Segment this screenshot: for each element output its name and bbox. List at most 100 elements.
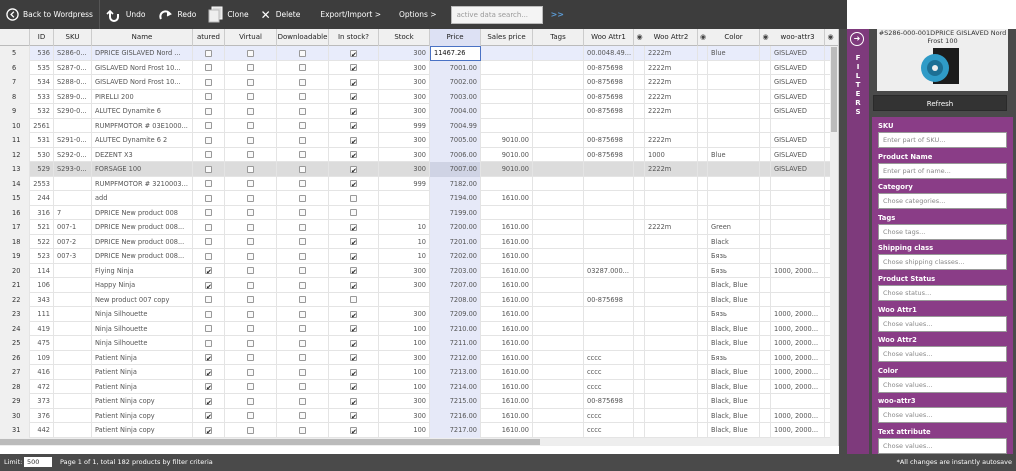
checkbox[interactable] bbox=[247, 325, 254, 332]
cell-instock[interactable] bbox=[329, 46, 379, 61]
cell-attr1[interactable]: 00-875698 bbox=[584, 60, 634, 75]
cell-instock[interactable] bbox=[329, 89, 379, 104]
horizontal-scroll-thumb[interactable] bbox=[0, 439, 540, 445]
cell-price[interactable]: 7210.00 bbox=[430, 321, 481, 336]
cell-tags[interactable] bbox=[533, 147, 584, 162]
cell-downloadable[interactable] bbox=[277, 46, 329, 61]
cell-instock[interactable] bbox=[329, 379, 379, 394]
cell-featured[interactable] bbox=[193, 104, 225, 119]
checkbox[interactable] bbox=[205, 252, 212, 260]
table-row[interactable]: 30376 Patient Ninja copy 3007216.001610.00… bbox=[0, 408, 838, 423]
cell-attr1[interactable]: 03287.000... bbox=[584, 263, 634, 278]
cell-downloadable[interactable] bbox=[277, 205, 329, 220]
cell-stock[interactable]: 300 bbox=[379, 133, 430, 148]
column-header-attr2[interactable]: Woo Attr2 bbox=[645, 29, 698, 46]
cell-id[interactable]: 475 bbox=[30, 336, 54, 351]
cell-name[interactable]: Patient Ninja bbox=[92, 350, 193, 365]
checkbox[interactable] bbox=[247, 165, 254, 173]
checkbox[interactable] bbox=[350, 396, 357, 409]
cell-price[interactable]: 7203.00 bbox=[430, 263, 481, 278]
checkbox[interactable] bbox=[247, 136, 254, 144]
filter-input[interactable]: Chose tags... bbox=[878, 223, 1007, 240]
cell-virtual[interactable] bbox=[225, 205, 277, 220]
cell-attr2[interactable] bbox=[645, 408, 698, 423]
cell-sku[interactable]: 7 bbox=[54, 205, 92, 220]
cell-featured[interactable] bbox=[193, 89, 225, 104]
filter-input[interactable]: Chose values... bbox=[878, 376, 1007, 393]
cell-wattr3[interactable]: 1000, 2000... bbox=[771, 336, 825, 351]
cell-sku[interactable] bbox=[54, 350, 92, 365]
cell-name[interactable]: DPRICE New product 008... bbox=[92, 249, 193, 264]
checkbox[interactable] bbox=[350, 209, 357, 216]
cell-name[interactable]: add bbox=[92, 191, 193, 206]
table-row[interactable]: 27416 Patient Ninja 1007213.001610.00 cccc B… bbox=[0, 365, 838, 380]
cell-downloadable[interactable] bbox=[277, 307, 329, 322]
cell-name[interactable]: Ninja Silhouette bbox=[92, 307, 193, 322]
checkbox[interactable] bbox=[299, 310, 306, 318]
cell-sale[interactable]: 1610.00 bbox=[481, 220, 533, 235]
cell-price[interactable]: 11467.26 bbox=[430, 46, 481, 61]
cell-wattr3[interactable]: 1000, 2000... bbox=[771, 365, 825, 380]
cell-downloadable[interactable] bbox=[277, 118, 329, 133]
checkbox[interactable] bbox=[247, 339, 254, 347]
cell-attr2[interactable]: 2222m bbox=[645, 162, 698, 177]
table-row[interactable]: 21106 Happy Ninja 3007207.001610.00 Black, … bbox=[0, 278, 838, 293]
checkbox[interactable] bbox=[299, 238, 306, 245]
cell-tags[interactable] bbox=[533, 60, 584, 75]
column-header-virtual[interactable]: Virtual bbox=[225, 29, 277, 46]
checkbox[interactable] bbox=[247, 64, 254, 71]
cell-wattr3[interactable]: 1000, 2000... bbox=[771, 350, 825, 365]
cell-featured[interactable] bbox=[193, 162, 225, 177]
cell-tags[interactable] bbox=[533, 249, 584, 264]
cell-wattr3[interactable] bbox=[771, 394, 825, 409]
cell-attr2[interactable] bbox=[645, 292, 698, 307]
cell-attr1[interactable]: 00-875698 bbox=[584, 292, 634, 307]
checkbox[interactable] bbox=[205, 352, 212, 365]
table-row[interactable]: 24419 Ninja Silhouette 1007210.001610.00 Bl… bbox=[0, 321, 838, 336]
cell-color[interactable]: Black, Blue bbox=[708, 336, 760, 351]
cell-name[interactable]: GISLAVED Nord Frost 10... bbox=[92, 75, 193, 90]
checkbox[interactable] bbox=[205, 136, 212, 144]
cell-stock[interactable]: 300 bbox=[379, 89, 430, 104]
cell-sku[interactable]: S289-0... bbox=[54, 89, 92, 104]
cell-id[interactable]: 472 bbox=[30, 379, 54, 394]
cell-name[interactable]: Flying Ninja bbox=[92, 263, 193, 278]
cell-attr1[interactable] bbox=[584, 118, 634, 133]
cell-price[interactable]: 7202.00 bbox=[430, 249, 481, 264]
checkbox[interactable] bbox=[350, 251, 357, 264]
cell-tags[interactable] bbox=[533, 205, 584, 220]
cell-wattr3[interactable]: GISLAVED bbox=[771, 162, 825, 177]
cell-featured[interactable] bbox=[193, 321, 225, 336]
cell-price[interactable]: 7199.00 bbox=[430, 205, 481, 220]
cell-attr2[interactable] bbox=[645, 176, 698, 191]
cell-instock[interactable] bbox=[329, 104, 379, 119]
cell-virtual[interactable] bbox=[225, 234, 277, 249]
cell-tags[interactable] bbox=[533, 46, 584, 61]
cell-sale[interactable]: 1610.00 bbox=[481, 263, 533, 278]
cell-virtual[interactable] bbox=[225, 191, 277, 206]
cell-name[interactable]: Patient Ninja copy bbox=[92, 394, 193, 409]
cell-sku[interactable] bbox=[54, 176, 92, 191]
cell-virtual[interactable] bbox=[225, 336, 277, 351]
cell-tags[interactable] bbox=[533, 104, 584, 119]
checkbox[interactable] bbox=[205, 49, 212, 57]
checkbox[interactable] bbox=[299, 339, 306, 347]
cell-color[interactable]: Black, Blue bbox=[708, 408, 760, 423]
checkbox[interactable] bbox=[299, 252, 306, 260]
cell-color[interactable]: Blue bbox=[708, 46, 760, 61]
checkbox[interactable] bbox=[205, 425, 212, 438]
cell-sale[interactable]: 9010.00 bbox=[481, 133, 533, 148]
cell-attr1[interactable] bbox=[584, 249, 634, 264]
cell-color[interactable]: Black, Blue bbox=[708, 321, 760, 336]
checkbox[interactable] bbox=[247, 368, 254, 376]
checkbox[interactable] bbox=[205, 396, 212, 409]
table-row[interactable]: 15 244 add 7194.00 1610.00 bbox=[0, 191, 838, 206]
cell-name[interactable]: Patient Ninja copy bbox=[92, 423, 193, 438]
checkbox[interactable] bbox=[205, 165, 212, 173]
cell-color[interactable]: Black, Blue bbox=[708, 365, 760, 380]
cell-id[interactable]: 535 bbox=[30, 60, 54, 75]
cell-downloadable[interactable] bbox=[277, 234, 329, 249]
checkbox[interactable] bbox=[350, 194, 357, 202]
cell-instock[interactable] bbox=[329, 75, 379, 90]
checkbox[interactable] bbox=[247, 354, 254, 361]
